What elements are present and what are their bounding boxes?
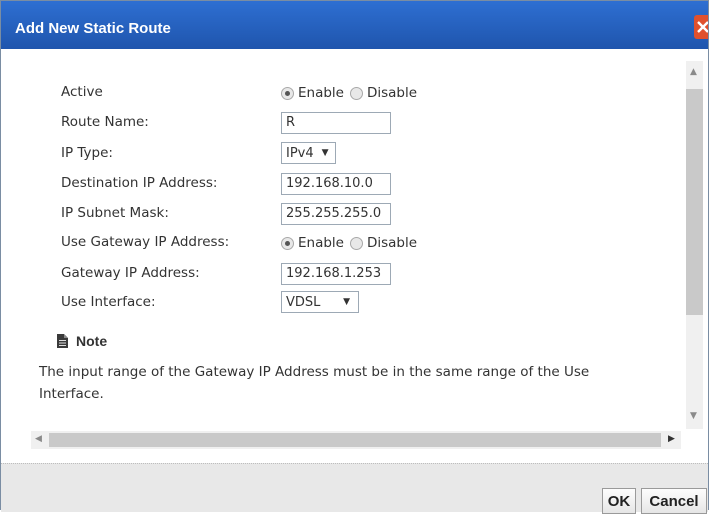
document-icon bbox=[57, 334, 68, 348]
use-gateway-enable-radio[interactable] bbox=[281, 236, 294, 250]
destination-ip-label: Destination IP Address: bbox=[61, 175, 218, 191]
active-disable-label[interactable]: Disable bbox=[367, 85, 417, 101]
use-interface-select[interactable]: VDSL ▼ bbox=[281, 291, 359, 313]
cancel-button[interactable]: Cancel bbox=[641, 488, 707, 514]
ip-type-label: IP Type: bbox=[61, 145, 113, 161]
use-gateway-label: Use Gateway IP Address: bbox=[61, 234, 230, 250]
active-radio-group: Enable Disable bbox=[281, 81, 423, 105]
gateway-ip-row: Gateway IP Address: bbox=[1, 262, 661, 286]
horizontal-scrollbar[interactable]: ◀ ▶ bbox=[31, 431, 681, 449]
close-icon bbox=[697, 21, 708, 33]
gateway-ip-input[interactable] bbox=[281, 262, 391, 285]
note-text: The input range of the Gateway IP Addres… bbox=[39, 364, 590, 402]
dropdown-arrow-icon: ▼ bbox=[321, 148, 329, 158]
active-enable-radio[interactable] bbox=[281, 86, 294, 100]
ip-type-row: IP Type: IPv4 ▼ bbox=[1, 142, 661, 166]
use-gateway-radio-group: Enable Disable bbox=[281, 231, 423, 255]
scroll-left-icon[interactable]: ◀ bbox=[35, 434, 42, 444]
route-name-label: Route Name: bbox=[61, 114, 149, 130]
horizontal-scroll-thumb[interactable] bbox=[49, 433, 661, 447]
active-disable-radio[interactable] bbox=[349, 86, 363, 100]
use-interface-row: Use Interface: VDSL ▼ bbox=[1, 291, 661, 315]
ok-button[interactable]: OK bbox=[602, 488, 636, 514]
active-row: Active Enable Disable bbox=[1, 81, 661, 105]
route-name-input[interactable] bbox=[281, 111, 391, 134]
subnet-mask-row: IP Subnet Mask: bbox=[1, 202, 661, 226]
use-gateway-enable-label[interactable]: Enable bbox=[298, 235, 344, 251]
note-heading: Note bbox=[57, 333, 107, 349]
vertical-scroll-thumb[interactable] bbox=[686, 89, 703, 315]
active-label: Active bbox=[61, 84, 103, 100]
vertical-scrollbar[interactable]: ▲ ▼ bbox=[686, 61, 703, 429]
dialog-footer: OK Cancel bbox=[1, 463, 708, 514]
route-name-row: Route Name: bbox=[1, 111, 661, 135]
destination-ip-row: Destination IP Address: bbox=[1, 172, 661, 196]
scroll-up-icon[interactable]: ▲ bbox=[690, 67, 697, 77]
gateway-ip-label: Gateway IP Address: bbox=[61, 265, 200, 281]
use-interface-label: Use Interface: bbox=[61, 294, 156, 310]
active-enable-label[interactable]: Enable bbox=[298, 85, 344, 101]
dropdown-arrow-icon: ▼ bbox=[343, 297, 350, 307]
use-gateway-row: Use Gateway IP Address: Enable Disable bbox=[1, 231, 661, 255]
use-interface-value: VDSL bbox=[286, 294, 321, 310]
close-button[interactable] bbox=[694, 15, 708, 39]
destination-ip-input[interactable] bbox=[281, 172, 391, 195]
subnet-mask-label: IP Subnet Mask: bbox=[61, 205, 169, 221]
subnet-mask-input[interactable] bbox=[281, 202, 391, 225]
scroll-right-icon[interactable]: ▶ bbox=[668, 434, 675, 444]
use-gateway-disable-radio[interactable] bbox=[349, 236, 363, 250]
note-title: Note bbox=[76, 333, 108, 349]
use-gateway-disable-label[interactable]: Disable bbox=[367, 235, 417, 251]
dialog-title: Add New Static Route bbox=[15, 20, 171, 37]
scroll-down-icon[interactable]: ▼ bbox=[690, 411, 697, 421]
dialog-content: Active Enable Disable Route Name: IP Typ… bbox=[1, 59, 686, 439]
ip-type-value: IPv4 bbox=[286, 145, 314, 161]
dialog-titlebar: Add New Static Route bbox=[1, 1, 708, 49]
add-static-route-dialog: Add New Static Route Active Enable Disab… bbox=[0, 0, 709, 514]
ip-type-select[interactable]: IPv4 ▼ bbox=[281, 142, 336, 164]
